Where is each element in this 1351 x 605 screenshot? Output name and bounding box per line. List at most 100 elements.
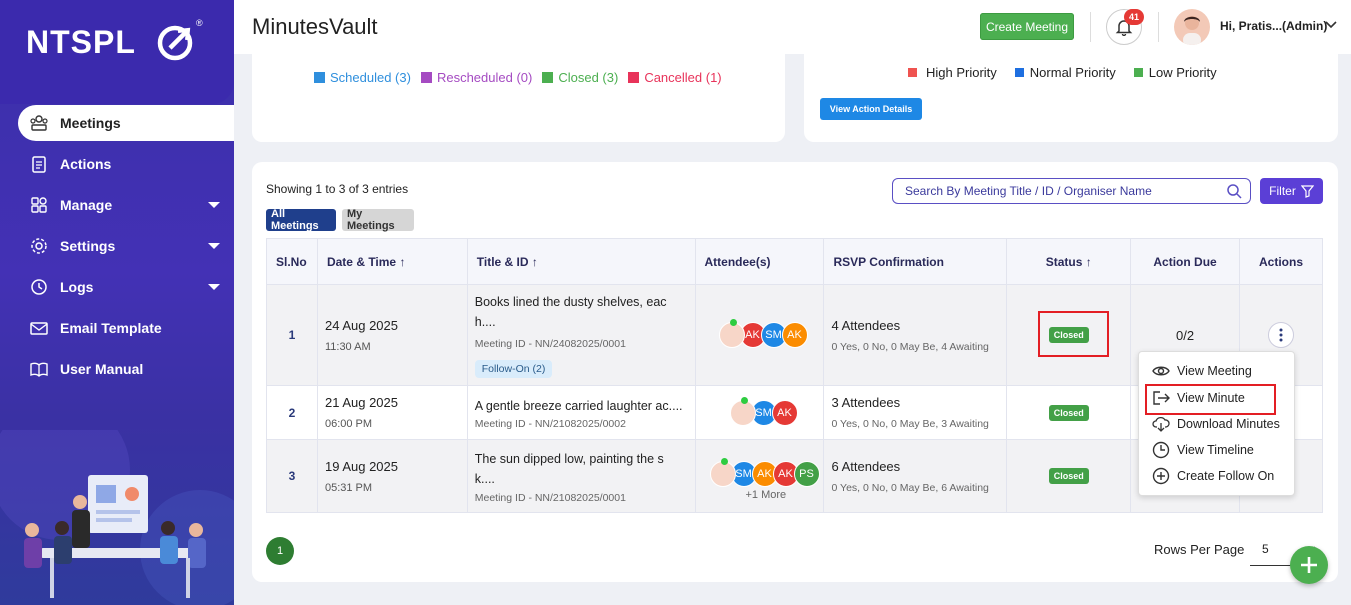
attendee-avatar: PS	[793, 461, 820, 487]
row-actions-menu: View Meeting View Minute Download Minute…	[1138, 351, 1295, 496]
user-menu-label[interactable]: Hi, Pratis...(Admin)	[1220, 19, 1327, 33]
filter-button[interactable]: Filter	[1260, 178, 1323, 204]
plus-icon	[1301, 557, 1317, 573]
attendee-avatar: AK	[771, 399, 798, 426]
entries-count: Showing 1 to 3 of 3 entries	[266, 182, 409, 196]
book-icon	[28, 358, 50, 380]
chevron-down-icon	[208, 284, 220, 290]
col-date[interactable]: Date & Time ↑	[316, 238, 468, 285]
sort-arrow-icon[interactable]: ↑	[532, 255, 538, 269]
plus-circle-icon	[1152, 467, 1170, 485]
gear-icon	[28, 235, 50, 257]
rows-per-page-value: 5	[1262, 542, 1269, 556]
attendee-avatar: AK	[781, 322, 808, 348]
status-badge: Closed	[1048, 404, 1089, 421]
legend-high-priority: High Priority	[908, 65, 997, 80]
sidebar-item-label: Logs	[60, 279, 94, 295]
row-number: 1	[266, 284, 318, 386]
clipboard-icon	[28, 153, 50, 175]
tab-all-meetings[interactable]: All Meetings	[266, 208, 336, 232]
chevron-down-icon	[208, 202, 220, 208]
follow-on-badge[interactable]: Follow-On (2)	[474, 360, 553, 378]
legend-low-priority: Low Priority	[1133, 65, 1217, 80]
rows-per-page-label: Rows Per Page	[1154, 542, 1245, 557]
col-title[interactable]: Title & ID ↑	[466, 238, 696, 285]
view-action-details-button[interactable]: View Action Details	[820, 98, 922, 120]
menu-item-create-follow-on[interactable]: Create Follow On	[1152, 466, 1274, 486]
highlight-view-minute	[1145, 384, 1276, 415]
sidebar-item-label: Meetings	[60, 115, 121, 131]
title-cell[interactable]: The sun dipped low, painting the s k....…	[466, 439, 696, 513]
sidebar-item-label: Manage	[60, 197, 113, 213]
tab-my-meetings[interactable]: My Meetings	[342, 208, 414, 232]
col-attendees: Attendee(s)	[694, 238, 825, 285]
page-title: MinutesVault	[252, 14, 378, 39]
attendees-cell: AK SM AK	[694, 284, 825, 386]
clock-icon	[1152, 441, 1170, 459]
menu-item-download-minutes[interactable]: Download Minutes	[1152, 414, 1280, 434]
email-icon	[28, 317, 50, 339]
title-cell[interactable]: Books lined the dusty shelves, eac h....…	[466, 284, 696, 386]
rsvp-cell: 4 Attendees 0 Yes, 0 No, 0 May Be, 4 Awai…	[823, 284, 1008, 386]
attendees-cell: SM AK AK PS +1 More	[694, 439, 825, 513]
legend-cancelled: Cancelled (1)	[628, 70, 722, 85]
status-badge: Closed	[1048, 468, 1089, 484]
row-number: 2	[266, 385, 318, 440]
manage-icon	[28, 194, 50, 216]
legend-rescheduled: Rescheduled (0)	[420, 70, 532, 85]
action-priority-legend: High Priority Normal Priority Low Priori…	[908, 65, 1227, 80]
avatar[interactable]	[1174, 9, 1210, 45]
add-fab-button[interactable]	[1290, 546, 1328, 584]
create-meeting-button[interactable]: Create Meeting	[980, 13, 1074, 40]
highlight-status	[1038, 311, 1109, 357]
col-status[interactable]: Status ↑	[1006, 238, 1132, 285]
attendee-avatar	[729, 396, 756, 426]
attendees-cell: SM AK	[694, 385, 825, 440]
title-cell[interactable]: A gentle breeze carried laughter ac.... …	[466, 385, 696, 440]
more-attendees-link[interactable]: +1 More	[703, 489, 824, 501]
sidebar-item-label: Settings	[60, 238, 116, 254]
date-cell: 19 Aug 2025 05:31 PM	[316, 439, 468, 513]
chevron-down-icon[interactable]	[1324, 20, 1338, 30]
sidebar-item-settings[interactable]: Settings	[18, 228, 234, 264]
page-1-button[interactable]: 1	[266, 537, 294, 565]
date-cell: 21 Aug 2025 06:00 PM	[316, 385, 468, 440]
header-divider	[1158, 12, 1159, 42]
sort-arrow-icon[interactable]: ↑	[399, 255, 405, 269]
sidebar-item-email-template[interactable]: Email Template	[18, 310, 234, 346]
kebab-icon	[1279, 328, 1283, 342]
date-cell: 24 Aug 2025 11:30 AM	[316, 284, 468, 386]
top-header: MinutesVault Create Meeting 41 Hi, Prati…	[234, 0, 1351, 54]
legend-normal-priority: Normal Priority	[1014, 65, 1116, 80]
more-actions-button[interactable]	[1268, 322, 1294, 348]
chevron-down-icon	[208, 243, 220, 249]
rsvp-cell: 6 Attendees 0 Yes, 0 No, 0 May Be, 6 Awai…	[823, 439, 1008, 513]
filter-icon	[1300, 184, 1314, 198]
meeting-status-card: Scheduled (3) Rescheduled (0) Closed (3)…	[252, 54, 785, 142]
attendee-avatar	[709, 458, 736, 487]
eye-icon	[1152, 362, 1170, 380]
sidebar-item-user-manual[interactable]: User Manual	[18, 351, 234, 387]
sort-arrow-icon[interactable]: ↑	[1086, 255, 1092, 269]
search-input[interactable]: Search By Meeting Title / ID / Organiser…	[892, 178, 1251, 204]
sidebar-item-label: Actions	[60, 156, 112, 172]
history-icon	[28, 276, 50, 298]
col-actions: Actions	[1239, 238, 1323, 285]
sidebar-item-label: User Manual	[60, 361, 144, 377]
attendee-avatar	[718, 319, 745, 348]
sidebar-item-meetings[interactable]: Meetings	[18, 105, 234, 141]
menu-item-view-meeting[interactable]: View Meeting	[1152, 361, 1252, 381]
legend-closed: Closed (3)	[542, 70, 618, 85]
search-icon[interactable]	[1226, 183, 1242, 199]
legend-scheduled: Scheduled (3)	[314, 70, 411, 85]
logo-mark-icon	[157, 25, 193, 61]
sidebar-item-actions[interactable]: Actions	[18, 146, 234, 182]
sidebar-item-manage[interactable]: Manage	[18, 187, 234, 223]
status-cell: Closed	[1006, 385, 1132, 440]
col-sl: Sl.No	[266, 238, 318, 285]
logo-text: NTSPL	[26, 24, 136, 60]
sidebar-item-label: Email Template	[60, 320, 162, 336]
sidebar-item-logs[interactable]: Logs	[18, 269, 234, 305]
menu-item-view-timeline[interactable]: View Timeline	[1152, 440, 1254, 460]
status-cell: Closed	[1006, 439, 1132, 513]
